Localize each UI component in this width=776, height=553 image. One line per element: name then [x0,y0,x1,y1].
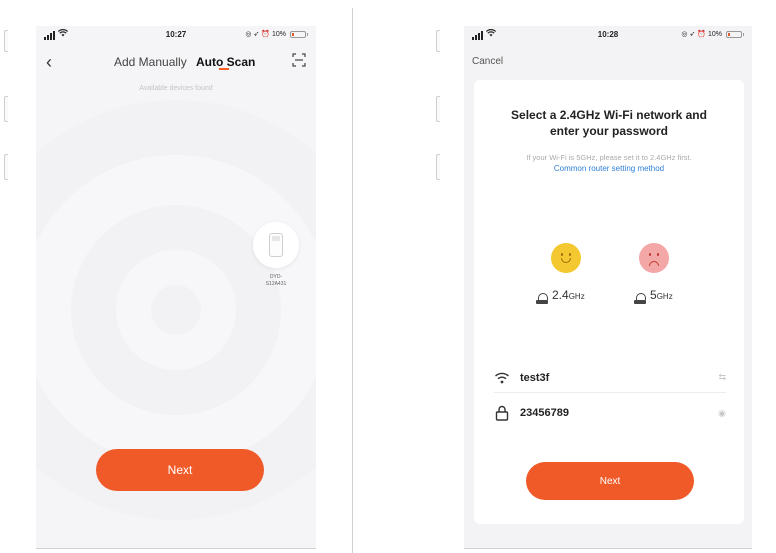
battery-icon [290,30,308,38]
wifi-icon [495,372,509,383]
phone1-side-button-top [4,30,8,52]
password-value: 23456789 [520,407,569,419]
band-unit: GHz [568,292,585,301]
phone1-side-button-low [4,154,8,180]
radar-ring-center [151,285,201,335]
status-right: ◎ ➶ ⏰ 10% [245,30,308,38]
title-line1: Select a 2.4GHz Wi-Fi network and [511,108,707,122]
phone2-side-button-mid [436,96,440,122]
lock-icon [495,405,509,421]
qr-scan-icon[interactable] [292,53,306,67]
tab-auto-scan[interactable]: Auto Scan [196,55,255,69]
device-icon-circle [253,222,299,268]
status-right: ◎ ➶ ⏰ 10% [681,30,744,38]
wifi-name-field[interactable]: test3f ⇆ [494,363,726,393]
phone1-screen: 10:27 ◎ ➶ ⏰ 10% ‹ Add Manually Auto Scan… [36,26,316,548]
battery-percent: 10% [271,30,286,38]
found-device[interactable]: DYD- S12A431 [252,222,300,288]
sad-face-icon [639,243,669,273]
band-2-4ghz: 2.4GHz [536,286,585,304]
wifi-setup-card: Select a 2.4GHz Wi-Fi network and enter … [474,80,744,524]
cancel-button[interactable]: Cancel [472,56,503,67]
title-line2: enter your password [549,124,669,138]
battery-icon [726,30,744,38]
password-field[interactable]: 23456789 ◉ [494,398,726,428]
band-number: 2.4 [552,288,569,302]
alarm-icon: ⏰ [697,31,706,38]
location-icon: ◎ ➶ [245,31,260,38]
band-unit: GHz [656,292,673,301]
phone2-side-button-top [436,30,440,52]
nav-bar: ‹ Add Manually Auto Scan [36,50,316,74]
next-button[interactable]: Next [96,449,264,491]
dehumidifier-icon [269,233,283,257]
phone2-screen: 10:28 ◎ ➶ ⏰ 10% Cancel Select a 2.4GHz W… [464,26,752,548]
phone1-bottom-edge [36,548,316,549]
tab-add-manually[interactable]: Add Manually [114,55,187,69]
device-name-line1: DYD- [269,274,283,280]
wifi-hint-text: If your Wi-Fi is 5GHz, please set it to … [526,153,692,162]
location-icon: ◎ ➶ [681,31,696,38]
router-icon [634,293,646,304]
alarm-icon: ⏰ [261,31,270,38]
available-devices-label: Available devices found [139,85,213,92]
battery-percent: 10% [707,30,722,38]
phone2-bottom-edge [464,548,752,549]
wifi-name-value: test3f [520,371,550,384]
active-tab-indicator [219,68,229,70]
router-icon [536,293,548,304]
phone1-right-edge [352,8,353,553]
device-name-line2: S12A431 [265,281,287,287]
band-number: 5 [650,288,657,302]
phone1-side-button-mid [4,96,8,122]
page-title: Select a 2.4GHz Wi-Fi network and enter … [474,107,744,139]
phone2-side-button-low [436,154,440,180]
device-name: DYD- S12A431 [252,274,300,288]
eye-icon[interactable]: ◉ [718,408,726,419]
happy-face-icon [551,243,581,273]
chevron-left-icon[interactable]: ‹ [46,52,52,73]
router-settings-link[interactable]: Common router setting method [474,164,744,173]
band-5ghz: 5GHz [634,286,673,304]
swap-arrows-icon[interactable]: ⇆ [718,372,726,383]
next-button[interactable]: Next [526,462,694,500]
status-bar-2: 10:28 ◎ ➶ ⏰ 10% [464,26,752,46]
status-bar: 10:27 ◎ ➶ ⏰ 10% [36,26,316,46]
